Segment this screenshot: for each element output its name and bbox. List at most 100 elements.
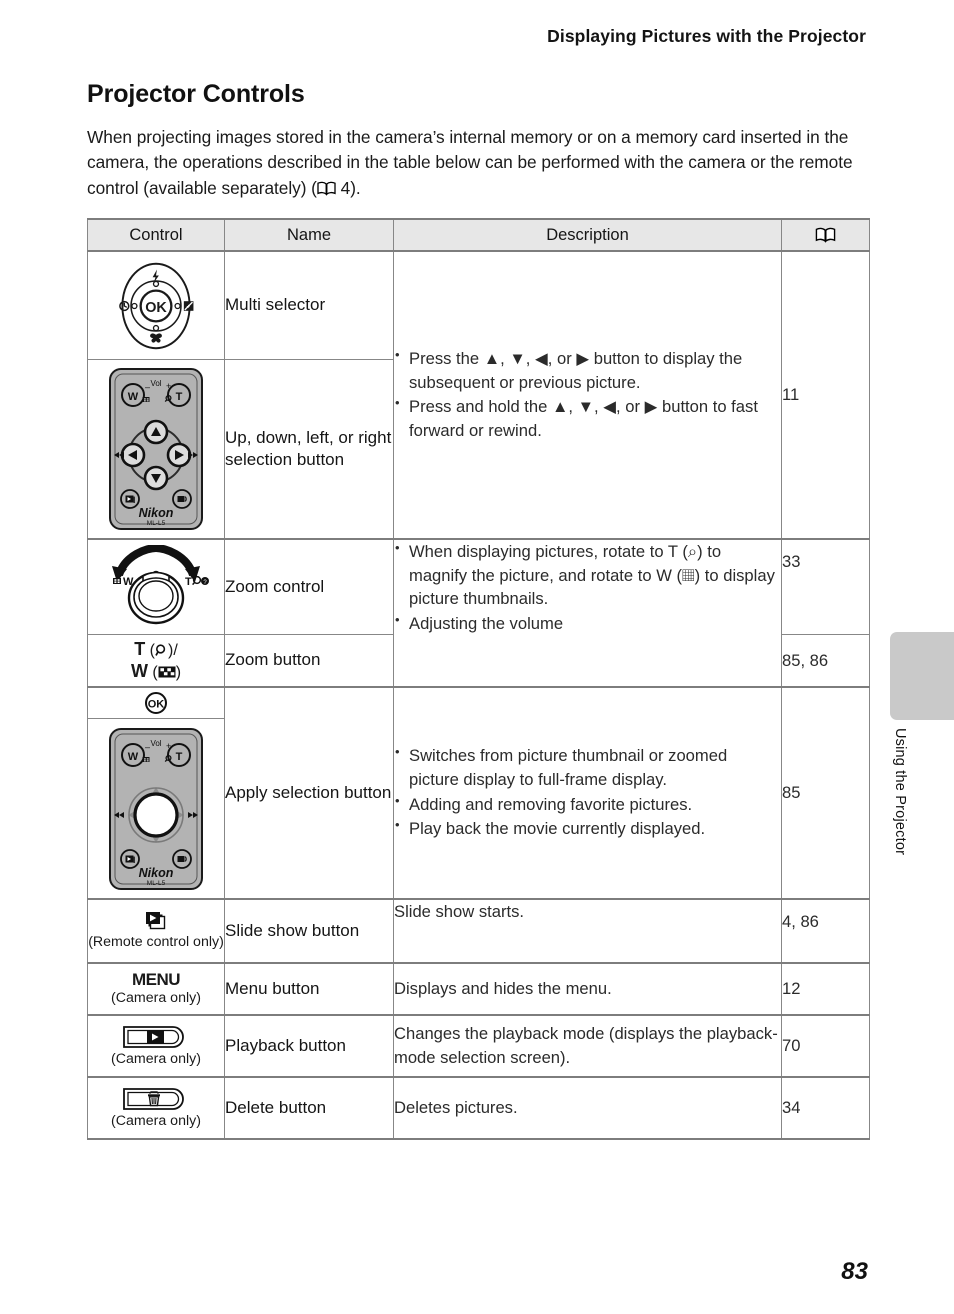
table-header-row: Control Name Description — [87, 218, 870, 253]
name-cell: Menu button — [224, 961, 394, 1016]
page-number: 83 — [841, 1258, 868, 1285]
name-cell: Zoom control — [224, 538, 394, 635]
page-ref-cell: 11 — [781, 250, 870, 540]
list-item: Play back the movie currently displayed. — [394, 816, 781, 841]
column-header-name: Name — [224, 218, 394, 253]
remote-control-ok-icon: W – Vol T + Nikon ML-L5 — [88, 725, 224, 893]
ok-button-icon: OK — [88, 691, 224, 715]
description-text: Slide show starts. — [394, 901, 525, 921]
intro-paragraph: When projecting images stored in the cam… — [87, 125, 869, 201]
book-icon — [317, 181, 336, 196]
zoom-button-tw-icon: T ()/ W () — [88, 639, 224, 683]
control-caption: (Camera only) — [111, 1050, 201, 1067]
book-icon — [782, 227, 869, 243]
control-cell-ok-glyph: OK — [87, 686, 225, 720]
list-item: Adjusting the volume — [394, 611, 781, 636]
running-header: Displaying Pictures with the Projector — [547, 26, 866, 46]
zoom-control-ring-icon: W T ? — [88, 545, 224, 629]
name-cell: Zoom button — [224, 633, 394, 688]
svg-text:Nikon: Nikon — [139, 506, 174, 520]
intro-text: When projecting images stored in the cam… — [87, 127, 853, 198]
page-ref-cell: 85 — [781, 686, 870, 900]
svg-text:–: – — [145, 742, 150, 752]
table-row: (Camera only) Delete button Deletes pict… — [87, 1075, 870, 1140]
svg-text:OK: OK — [148, 699, 165, 711]
list-item: Adding and removing favorite pictures. — [394, 792, 781, 817]
name-cell: Multi selector — [224, 250, 394, 360]
svg-text:+: + — [166, 381, 171, 391]
description-cell: Displays and hides the menu. — [393, 961, 782, 1016]
control-cell-remote-dpad: W – Vol T + Nikon ML-L5 — [87, 358, 225, 540]
svg-text:W: W — [128, 391, 139, 403]
multi-selector-dial-icon: OK + — [88, 258, 224, 354]
column-header-control: Control — [87, 218, 225, 253]
svg-text:T: T — [176, 751, 183, 763]
page-ref-cell: 12 — [781, 961, 870, 1016]
table-row: W T ? Zoom control When displaying pictu… — [87, 538, 870, 688]
description-cell: Slide show starts. — [393, 897, 782, 964]
description-cell: Switches from picture thumbnail or zoome… — [393, 686, 782, 900]
name-cell: Delete button — [224, 1075, 394, 1140]
svg-text:W: W — [123, 576, 134, 588]
description-bullet-list: Switches from picture thumbnail or zoome… — [394, 743, 781, 841]
description-cell: Deletes pictures. — [393, 1075, 782, 1140]
page-ref-cell: 33 — [781, 538, 870, 635]
description-bullet-list: Press the ▲, ▼, ◀, or ▶ button to displa… — [394, 346, 781, 442]
control-caption: (Camera only) — [111, 1112, 201, 1129]
control-cell-slide-show: (Remote control only) — [87, 897, 225, 964]
page-ref-cell: 70 — [781, 1013, 870, 1078]
svg-text:W: W — [128, 751, 139, 763]
wide-label: W — [130, 660, 148, 681]
description-cell: Press the ▲, ▼, ◀, or ▶ button to displa… — [393, 250, 782, 540]
list-item: Switches from picture thumbnail or zoome… — [394, 743, 781, 791]
name-cell: Slide show button — [224, 897, 394, 964]
description-cell: Changes the playback mode (displays the … — [393, 1013, 782, 1078]
list-item: Press the ▲, ▼, ◀, or ▶ button to displa… — [394, 346, 781, 394]
side-tab-label: Using the Projector — [892, 728, 908, 856]
page-ref-cell: 34 — [781, 1075, 870, 1140]
table-row: OK + Multi selector • Press the ▲, ▼, ◀,… — [87, 250, 870, 540]
control-caption: (Camera only) — [111, 989, 201, 1006]
list-item: When displaying pictures, rotate to T (⌕… — [394, 539, 781, 611]
control-cell-zoom-control: W T ? — [87, 538, 225, 635]
table-row: (Remote control only) Slide show button … — [87, 897, 870, 964]
list-item: Press and hold the ▲, ▼, ◀, or ▶ button … — [394, 394, 781, 442]
remote-control-dpad-icon: W – Vol T + Nikon ML-L5 — [88, 365, 224, 533]
projector-controls-table: Control Name Description OK + Multi sele… — [87, 218, 870, 1140]
page-ref-cell: 4, 86 — [781, 897, 870, 964]
control-cell-remote-ok: W – Vol T + Nikon ML-L5 — [87, 718, 225, 900]
svg-text:T: T — [185, 576, 192, 588]
intro-ref: 4). — [335, 177, 361, 198]
svg-text:T: T — [176, 391, 183, 403]
column-header-page-ref — [781, 218, 870, 253]
svg-text:ML-L5: ML-L5 — [147, 880, 166, 887]
page-content: Projector Controls When projecting image… — [87, 80, 870, 1140]
table-row: (Camera only) Playback button Changes th… — [87, 1013, 870, 1078]
control-cell-menu: MENU (Camera only) — [87, 961, 225, 1016]
column-header-description: Description — [393, 218, 782, 253]
slide-show-icon — [88, 911, 224, 933]
description-cell: When displaying pictures, rotate to T (⌕… — [393, 538, 782, 688]
svg-text:OK: OK — [145, 299, 167, 315]
table-row: MENU (Camera only) Menu button Displays … — [87, 961, 870, 1016]
menu-icon: MENU — [131, 969, 181, 989]
svg-text:ML-L5: ML-L5 — [147, 520, 166, 527]
table-row: OK Apply selection button Switches from … — [87, 686, 870, 900]
svg-text:Vol: Vol — [150, 379, 161, 388]
name-cell: Apply selection button — [224, 686, 394, 900]
page-ref-cell: 85, 86 — [781, 633, 870, 688]
svg-text:Nikon: Nikon — [139, 866, 174, 880]
page-title: Projector Controls — [87, 80, 305, 108]
tele-label: T — [134, 638, 146, 659]
control-cell-multi-selector: OK + — [87, 250, 225, 360]
name-cell: Playback button — [224, 1013, 394, 1078]
description-bullet-list: When displaying pictures, rotate to T (⌕… — [394, 539, 781, 636]
svg-text:+: + — [166, 741, 171, 751]
control-cell-delete: (Camera only) — [87, 1075, 225, 1140]
magnify-icon: ()/ — [145, 641, 178, 659]
control-cell-zoom-button: T ()/ W () — [87, 633, 225, 688]
name-cell: Up, down, left, or right selection butto… — [224, 358, 394, 540]
delete-button-icon — [88, 1086, 224, 1112]
svg-text:+: + — [186, 303, 190, 310]
thumbnail-icon: () — [147, 663, 182, 681]
